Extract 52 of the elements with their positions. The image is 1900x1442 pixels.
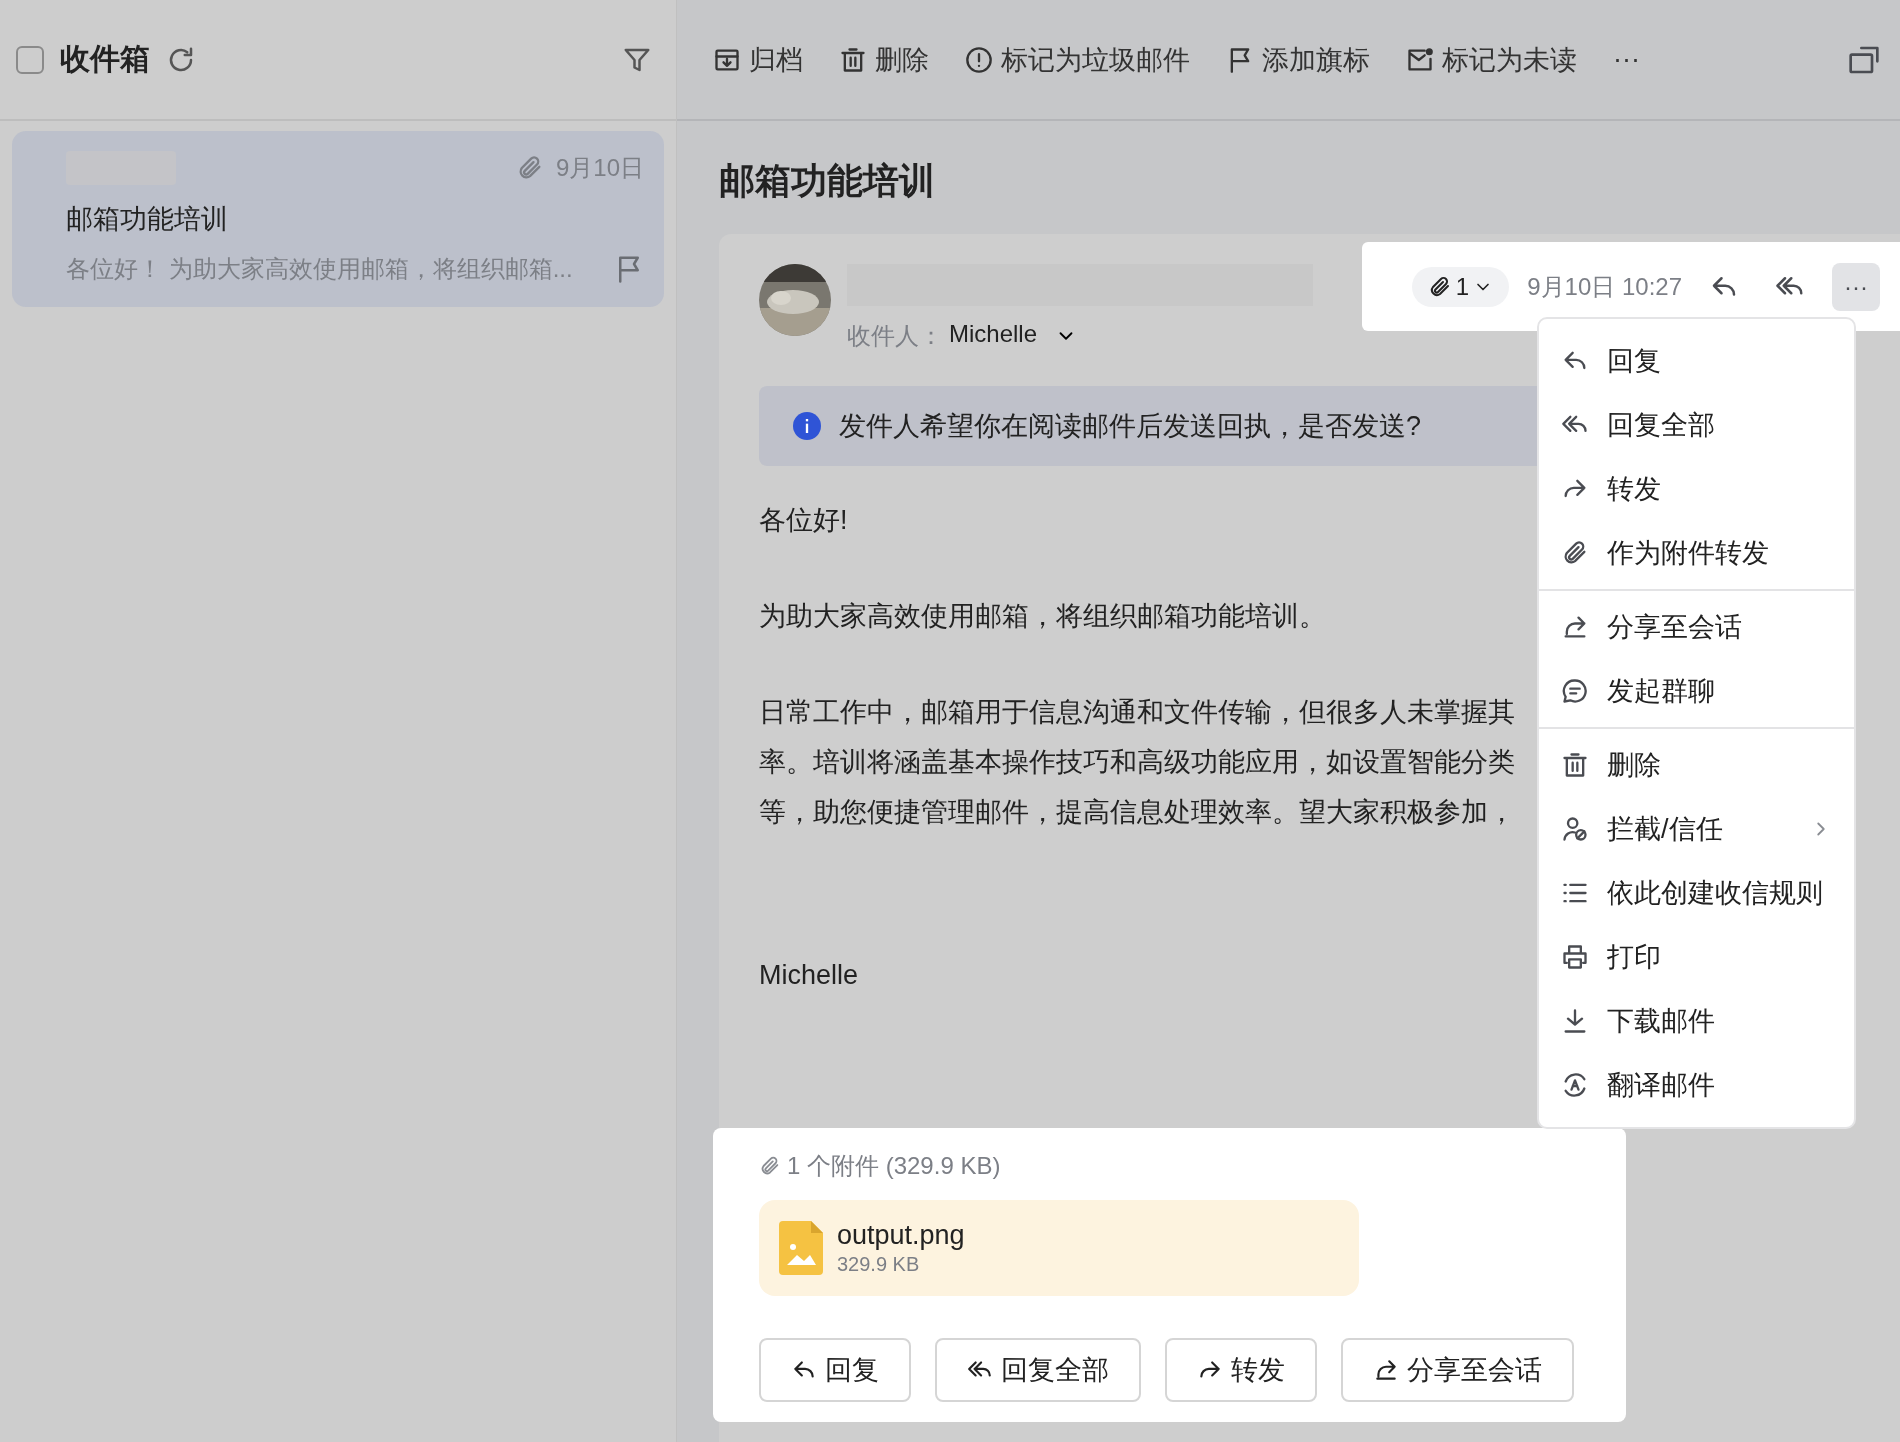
toolbar-button[interactable]: 删除 — [839, 41, 929, 78]
select-all-checkbox[interactable] — [16, 45, 44, 74]
mail-preview: 各位好！ 为助大家高效使用邮箱，将组织邮箱... — [66, 254, 574, 284]
person-block-icon — [1561, 815, 1589, 843]
printer-icon — [1561, 943, 1589, 971]
mail-unread-icon — [1406, 45, 1434, 74]
menu-item[interactable]: 下载邮件 — [1539, 989, 1854, 1053]
toolbar-button[interactable]: 归档 — [713, 41, 803, 78]
menu-item[interactable]: 拦截/信任 — [1539, 797, 1854, 861]
trash-icon — [839, 45, 867, 74]
menu-item[interactable]: 依此创建收信规则 — [1539, 861, 1854, 925]
menu-item[interactable]: 发起群聊 — [1539, 659, 1854, 723]
mail-datetime: 9月10日 10:27 — [1527, 271, 1682, 302]
attachment-name: output.png — [837, 1220, 965, 1251]
body-text: 等，助您便捷管理邮件，提高信息处理效率。望大家积极参加， — [759, 796, 1515, 829]
toolbar-button[interactable]: 标记为垃圾邮件 — [965, 41, 1190, 78]
mail-list-item[interactable]: 9月10日 邮箱功能培训 各位好！ 为助大家高效使用邮箱，将组织邮箱... — [12, 131, 664, 307]
image-file-icon — [779, 1221, 823, 1275]
trash-icon — [1561, 751, 1589, 779]
action-button[interactable]: 回复 — [759, 1338, 911, 1402]
menu-item[interactable]: 打印 — [1539, 925, 1854, 989]
mail-title: 邮箱功能培训 — [719, 159, 936, 203]
mail-subject: 邮箱功能培训 — [66, 203, 229, 236]
recipient-name: Michelle — [949, 320, 1038, 348]
action-button[interactable]: 回复全部 — [935, 1338, 1141, 1402]
attachment-card[interactable]: output.png 329.9 KB — [759, 1200, 1359, 1296]
share-icon — [1373, 1357, 1399, 1383]
body-text: 各位好! — [759, 504, 848, 537]
action-button[interactable]: 分享至会话 — [1341, 1338, 1574, 1402]
more-button[interactable]: ··· — [1832, 262, 1880, 311]
body-text: 日常工作中，邮箱用于信息沟通和文件传输，但很多人未掌握其 — [759, 696, 1515, 729]
attachment-size: 329.9 KB — [837, 1253, 921, 1276]
menu-item[interactable]: 翻译邮件 — [1539, 1053, 1854, 1117]
paperclip-icon — [759, 1155, 781, 1177]
info-icon — [793, 412, 821, 440]
chat-bubble-icon — [1561, 677, 1589, 705]
body-text: 率。培训将涵盖基本操作技巧和高级功能应用，如设置智能分类 — [759, 746, 1515, 779]
menu-item[interactable]: 删除 — [1539, 733, 1854, 797]
toolbar-button[interactable]: 标记为未读 — [1406, 41, 1577, 78]
menu-item[interactable]: 作为附件转发 — [1539, 521, 1854, 585]
attachments-summary: 1 个附件 (329.9 KB) — [787, 1151, 1001, 1181]
recipient-label: 收件人： — [847, 321, 943, 351]
signature: Michelle — [759, 960, 859, 991]
alert-icon — [965, 45, 993, 74]
action-button[interactable]: 转发 — [1165, 1338, 1317, 1402]
toolbar-button[interactable]: 添加旗标 — [1226, 41, 1370, 78]
menu-item[interactable]: 分享至会话 — [1539, 595, 1854, 659]
mail-date: 9月10日 — [555, 153, 644, 183]
attachment-count-button[interactable]: 1 — [1411, 266, 1510, 307]
inbox-title: 收件箱 — [60, 41, 150, 77]
body-text: 为助大家高效使用邮箱，将组织邮箱功能培训。 — [759, 600, 1326, 633]
more-button[interactable]: ··· — [1613, 44, 1640, 75]
